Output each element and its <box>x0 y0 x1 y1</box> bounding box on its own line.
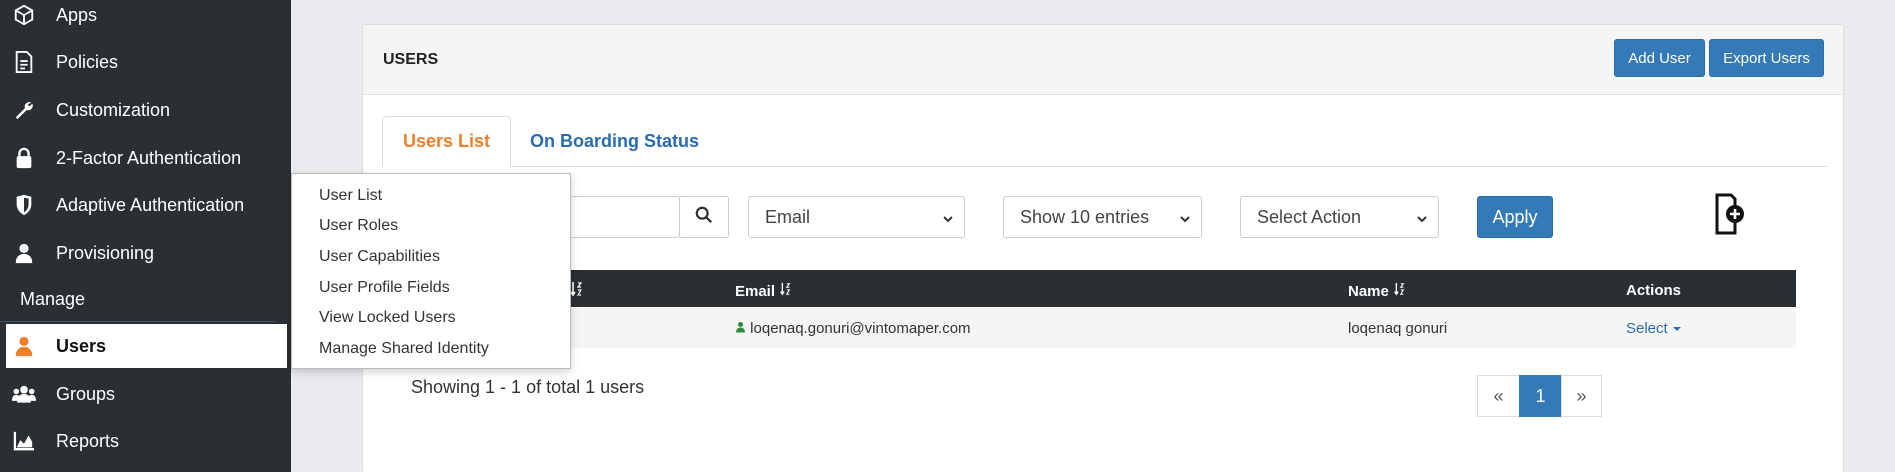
search-icon <box>695 206 713 229</box>
sidebar-item-label: 2-Factor Authentication <box>56 147 242 168</box>
menu-item-view-locked-users[interactable]: View Locked Users <box>319 309 456 327</box>
add-user-button[interactable]: Add User <box>1614 39 1705 77</box>
menu-item-user-list[interactable]: User List <box>319 187 382 205</box>
sidebar-item-label: Apps <box>56 4 98 25</box>
menu-item-user-roles[interactable]: User Roles <box>319 217 398 235</box>
cube-icon <box>12 3 36 27</box>
chevron-down-icon <box>942 210 954 231</box>
column-header-actions: Actions <box>1626 282 1682 299</box>
sidebar-item-label: Customization <box>56 99 171 120</box>
menu-item-user-profile-fields[interactable]: User Profile Fields <box>319 279 450 297</box>
sidebar-item-provisioning[interactable]: Provisioning <box>0 231 291 275</box>
lock-icon <box>12 146 36 170</box>
sidebar-item-label: Policies <box>56 51 119 72</box>
sidebar-item-customization[interactable]: Customization <box>0 88 291 132</box>
bulk-action-select[interactable]: Select Action <box>1240 196 1439 238</box>
document-icon <box>12 50 36 74</box>
apply-button[interactable]: Apply <box>1477 196 1553 238</box>
page-title: USERS <box>383 51 439 68</box>
chevron-down-icon <box>1416 210 1428 231</box>
sidebar-item-label: Groups <box>56 383 116 404</box>
sort-icon[interactable] <box>570 281 583 297</box>
sidebar-item-reports[interactable]: Reports <box>0 419 291 463</box>
column-header-name[interactable]: Name <box>1348 282 1405 300</box>
chevron-down-icon <box>1179 210 1191 231</box>
import-file-icon[interactable] <box>1713 193 1749 237</box>
sidebar-item-2fa[interactable]: 2-Factor Authentication <box>0 136 291 180</box>
sort-icon <box>1393 282 1405 300</box>
user-email-cell: loqenaq.gonuri@vintomaper.com <box>735 320 971 337</box>
search-button[interactable] <box>679 196 729 238</box>
user-icon <box>735 320 746 337</box>
user-name-cell: loqenaq gonuri <box>1348 320 1448 337</box>
section-divider <box>0 321 276 322</box>
pagination-page-1[interactable]: 1 <box>1519 375 1562 417</box>
sort-icon <box>779 282 791 300</box>
sidebar-item-users[interactable]: Users <box>6 324 287 368</box>
tab-onboarding-status[interactable]: On Boarding Status <box>510 116 719 167</box>
menu-item-user-capabilities[interactable]: User Capabilities <box>319 248 440 266</box>
manage-section-label: Manage <box>20 289 86 309</box>
menu-item-manage-shared-identity[interactable]: Manage Shared Identity <box>319 340 489 358</box>
users-flyout-menu: User List User Roles User Capabilities U… <box>291 173 571 369</box>
sidebar-item-label: Adaptive Authentication <box>56 194 245 215</box>
sidebar-item-adaptive-auth[interactable]: Adaptive Authentication <box>0 183 291 227</box>
shield-icon <box>12 193 36 217</box>
user-icon <box>12 241 36 265</box>
pagination-summary: Showing 1 - 1 of total 1 users <box>411 377 645 397</box>
row-action-select[interactable]: Select <box>1626 320 1682 337</box>
card-header: USERS Add User Export Users <box>363 25 1843 95</box>
sidebar-item-policies[interactable]: Policies <box>0 40 291 84</box>
entries-select[interactable]: Show 10 entries <box>1003 196 1202 238</box>
pagination-prev[interactable]: « <box>1477 375 1520 417</box>
wrench-icon <box>12 98 36 122</box>
caret-down-icon <box>1672 320 1682 337</box>
sidebar-item-label: Reports <box>56 430 120 451</box>
area-chart-icon <box>12 429 36 453</box>
table-header: Email Name Actions <box>362 270 1796 307</box>
tab-users-list[interactable]: Users List <box>382 116 512 167</box>
users-card: USERS Add User Export Users Users List O… <box>362 24 1844 472</box>
sidebar-item-groups[interactable]: Groups <box>0 372 291 416</box>
pagination-next[interactable]: » <box>1561 375 1602 417</box>
users-icon <box>12 382 36 406</box>
sidebar: Apps Policies Customization 2-Factor Aut… <box>0 0 291 472</box>
search-by-select[interactable]: Email <box>748 196 965 238</box>
user-icon <box>12 334 36 358</box>
sidebar-item-label: Provisioning <box>56 242 155 263</box>
table-row: loqenaq.gonuri@vintomaper.com loqenaq go… <box>362 308 1796 348</box>
sidebar-item-apps[interactable]: Apps <box>0 0 291 37</box>
export-users-button[interactable]: Export Users <box>1709 39 1824 77</box>
column-header-email[interactable]: Email <box>735 282 791 300</box>
sidebar-item-label: Users <box>56 335 107 356</box>
